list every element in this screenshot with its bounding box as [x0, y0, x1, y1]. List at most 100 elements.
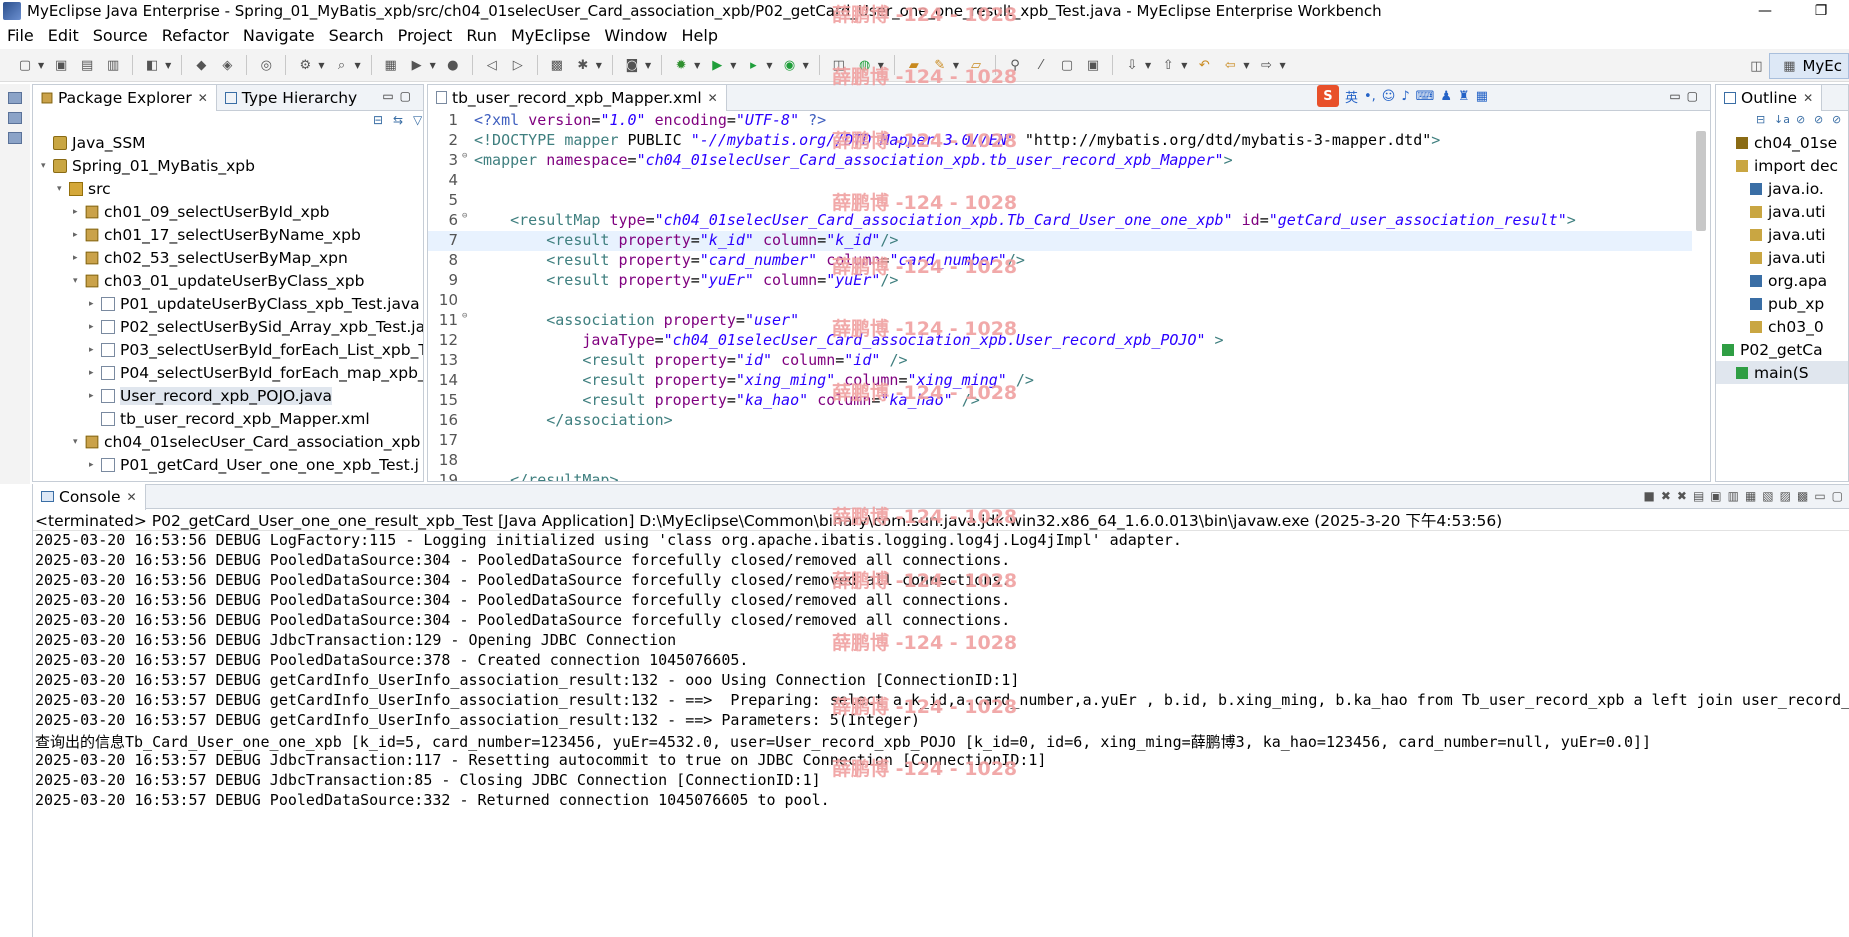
shirt-icon[interactable]: ♜	[1458, 89, 1470, 104]
forward-icon[interactable]: ▷	[507, 54, 529, 76]
chevron-right-icon[interactable]: ▸	[89, 345, 101, 355]
code-line[interactable]: 12 javaType="ch04_01selecUser_Card_assoc…	[428, 331, 1692, 351]
fold-toggle-icon[interactable]	[462, 411, 472, 431]
close-icon[interactable]: ✕	[708, 91, 718, 105]
open-type-icon[interactable]: ◆	[190, 54, 212, 76]
chevron-down-icon[interactable]: ▼	[354, 61, 360, 70]
outline-item[interactable]: java.uti	[1716, 200, 1848, 223]
menu-project[interactable]: Project	[391, 26, 460, 45]
chevron-right-icon[interactable]: ▸	[89, 391, 101, 401]
code-line[interactable]: 4	[428, 171, 1692, 191]
tree-item[interactable]: ▸ P01_updateUserByClass_xpb_Test.java	[33, 292, 423, 315]
microphone-icon[interactable]: ♪	[1401, 89, 1409, 104]
fold-toggle-icon[interactable]	[462, 471, 472, 481]
menu-source[interactable]: Source	[86, 26, 155, 45]
menu-myeclipse[interactable]: MyEclipse	[504, 26, 597, 45]
search-icon[interactable]: ⌕	[330, 54, 352, 76]
fold-toggle-icon[interactable]	[462, 331, 472, 351]
last-edit-icon[interactable]: ↶	[1193, 54, 1215, 76]
scroll-thumb[interactable]	[1696, 131, 1706, 231]
outline-item[interactable]: org.apa	[1716, 269, 1848, 292]
close-icon[interactable]: ✕	[127, 490, 137, 504]
chevron-right-icon[interactable]: ▸	[73, 207, 85, 217]
fold-toggle-icon[interactable]	[462, 231, 472, 251]
server-icon[interactable]: ⚙	[294, 54, 316, 76]
fold-toggle-icon[interactable]: ⊖	[462, 311, 472, 331]
menu-edit[interactable]: Edit	[41, 26, 86, 45]
tree-item[interactable]: Java_SSM	[33, 131, 423, 154]
menu-help[interactable]: Help	[675, 26, 725, 45]
keyboard-icon[interactable]: ⌨	[1416, 89, 1435, 104]
build-icon[interactable]: ▦	[380, 54, 402, 76]
grid-icon[interactable]: ▦	[1476, 89, 1488, 104]
outline-item[interactable]: java.uti	[1716, 223, 1848, 246]
code-line[interactable]: 17	[428, 431, 1692, 451]
pencil-icon[interactable]: ✎	[929, 54, 951, 76]
code-area[interactable]: 1 <?xml version="1.0" encoding="UTF-8" ?>…	[428, 111, 1692, 481]
chevron-down-icon[interactable]: ▼	[165, 61, 171, 70]
pin-icon[interactable]: ⚲	[1004, 54, 1026, 76]
fold-toggle-icon[interactable]: ⊖	[462, 211, 472, 231]
fold-toggle-icon[interactable]: ⊖	[462, 151, 472, 171]
open-perspective-icon[interactable]: ◫	[1745, 55, 1767, 77]
run-icon[interactable]: ▶	[706, 54, 728, 76]
menu-search[interactable]: Search	[322, 26, 391, 45]
menu-navigate[interactable]: Navigate	[236, 26, 322, 45]
emoji-icon[interactable]: ☺	[1382, 89, 1396, 104]
chevron-right-icon[interactable]: ▸	[89, 460, 101, 470]
camera-icon[interactable]: ◙	[621, 54, 643, 76]
chevron-down-icon[interactable]: ▼	[645, 61, 651, 70]
outline-item[interactable]: java.uti	[1716, 246, 1848, 269]
browser-icon[interactable]: ◎	[255, 54, 277, 76]
chevron-right-icon[interactable]: ▸	[89, 299, 101, 309]
back-icon[interactable]: ◁	[481, 54, 503, 76]
chevron-down-icon[interactable]: ▼	[803, 61, 809, 70]
sort-icon[interactable]: ↓a	[1774, 113, 1790, 126]
editor-scrollbar[interactable]	[1694, 115, 1708, 477]
minimized-view-icon[interactable]	[8, 112, 22, 124]
tree-item[interactable]: ▸ P02_selectUserBySid_Array_xpb_Test.ja	[33, 315, 423, 338]
outline-item[interactable]: main(S	[1716, 361, 1848, 384]
chevron-right-icon[interactable]: ▸	[89, 322, 101, 332]
toggle-mark-icon[interactable]: ▢	[1056, 54, 1078, 76]
chevron-down-icon[interactable]: ▾	[41, 161, 53, 171]
chevron-down-icon[interactable]: ▼	[730, 61, 736, 70]
menu-run[interactable]: Run	[459, 26, 504, 45]
outline-item[interactable]: import dec	[1716, 154, 1848, 177]
tree-item[interactable]: ▸ ch01_17_selectUserByName_xpb	[33, 223, 423, 246]
chevron-down-icon[interactable]: ▼	[38, 61, 44, 70]
fold-toggle-icon[interactable]	[462, 191, 472, 211]
fold-toggle-icon[interactable]	[462, 131, 472, 151]
minimized-view-icon[interactable]	[8, 132, 22, 144]
code-line[interactable]: 19 </resultMap>	[428, 471, 1692, 481]
folder-icon[interactable]: ▱	[965, 54, 987, 76]
tree-item[interactable]: ▸ P01_getCard_User_one_one_xpb_Test.j	[33, 453, 423, 476]
deploy-icon[interactable]: ◧	[141, 54, 163, 76]
block-select-icon[interactable]: ▣	[1082, 54, 1104, 76]
chevron-right-icon[interactable]: ▸	[73, 230, 85, 240]
hide-static-icon[interactable]: ⊘	[1814, 113, 1823, 126]
tree-item[interactable]: tb_user_record_xpb_Mapper.xml	[33, 407, 423, 430]
code-line[interactable]: 15 <result property="ka_hao" column="ka_…	[428, 391, 1692, 411]
chevron-down-icon[interactable]: ▼	[878, 61, 884, 70]
chevron-down-icon[interactable]: ▼	[1145, 61, 1151, 70]
hide-fields-icon[interactable]: ⊘	[1796, 113, 1805, 126]
tree-item[interactable]: ▸ ch01_09_selectUserById_xpb	[33, 200, 423, 223]
menu-window[interactable]: Window	[597, 26, 674, 45]
tab-package-explorer[interactable]: Package Explorer ✕	[33, 84, 217, 111]
chevron-down-icon[interactable]: ▼	[318, 61, 324, 70]
fold-toggle-icon[interactable]	[462, 351, 472, 371]
fold-toggle-icon[interactable]	[462, 171, 472, 191]
tree-item[interactable]: ▾ src	[33, 177, 423, 200]
tree-item[interactable]: ▾ ch03_01_updateUserByClass_xpb	[33, 269, 423, 292]
save-icon[interactable]: ▣	[50, 54, 72, 76]
chevron-down-icon[interactable]: ▾	[73, 276, 85, 286]
minimize-button[interactable]: —	[1737, 0, 1793, 22]
outline-item[interactable]: P02_getCa	[1716, 338, 1848, 361]
fold-toggle-icon[interactable]	[462, 251, 472, 271]
code-line[interactable]: 16 </association>	[428, 411, 1692, 431]
chevron-down-icon[interactable]: ▼	[1181, 61, 1187, 70]
code-line[interactable]: 13 <result property="id" column="id" />	[428, 351, 1692, 371]
punctuation-icon[interactable]: •,	[1364, 89, 1376, 104]
tree-item[interactable]: ▸ User_record_xpb_POJO.java	[33, 384, 423, 407]
